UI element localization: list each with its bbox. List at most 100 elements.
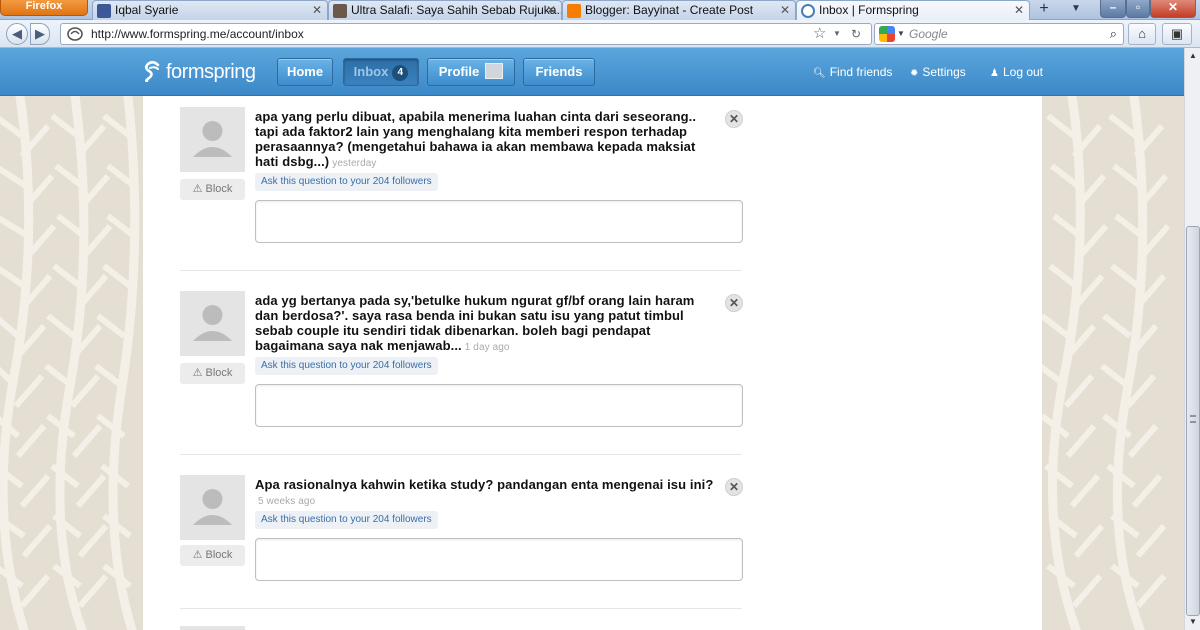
decorative-leaf-pattern-right xyxy=(1038,91,1184,630)
ask-followers-link[interactable]: Ask this question to your 204 followers xyxy=(255,357,438,375)
back-arrow-icon[interactable]: ◀ xyxy=(6,23,28,45)
browser-tab-4-active[interactable]: Inbox | Formspring ✕ xyxy=(796,0,1030,20)
scroll-down-arrow-icon[interactable]: ▼ xyxy=(1185,614,1200,630)
google-icon[interactable] xyxy=(879,26,895,42)
anonymous-avatar xyxy=(180,107,245,172)
scroll-up-arrow-icon[interactable]: ▲ xyxy=(1185,48,1200,64)
close-tab-icon[interactable]: ✕ xyxy=(546,1,556,19)
browser-tab-1[interactable]: Iqbal Syarie ✕ xyxy=(92,0,328,20)
ask-followers-link[interactable]: Ask this question to your 204 followers xyxy=(255,173,438,191)
warning-icon: ⚠ xyxy=(192,367,206,379)
question-text: apa yang perlu dibuat, apabila menerima … xyxy=(255,109,715,171)
anonymous-avatar xyxy=(180,291,245,356)
minimize-button[interactable]: – xyxy=(1100,0,1126,18)
site-identity-icon xyxy=(67,27,83,41)
browser-tab-title: Inbox | Formspring xyxy=(819,3,919,17)
logout-label: Log out xyxy=(1002,65,1044,79)
warning-icon: ⚠ xyxy=(192,183,206,195)
address-bar[interactable]: http://www.formspring.me/account/inbox ☆… xyxy=(60,23,872,45)
settings-label: Settings xyxy=(922,65,966,79)
divider xyxy=(180,608,742,609)
delete-question-icon[interactable]: ✕ xyxy=(725,110,743,128)
page-viewport: formspring Home Inbox 4 Profile Friends 🔍… xyxy=(0,48,1184,630)
anonymous-avatar xyxy=(180,626,245,630)
home-icon[interactable]: ⌂ xyxy=(1128,23,1156,45)
browser-tab-title: Ultra Salafi: Saya Sahih Sebab Rujuka... xyxy=(351,3,562,17)
search-icon: 🔍︎ xyxy=(813,68,826,79)
grip-icon xyxy=(1190,415,1196,423)
firefox-menu-button[interactable]: Firefox xyxy=(0,0,88,16)
block-label: Block xyxy=(205,367,233,379)
restore-button[interactable]: ▫ xyxy=(1126,0,1150,18)
question-timestamp: 5 weeks ago xyxy=(258,496,316,507)
nav-friends[interactable]: Friends xyxy=(523,58,595,86)
profile-avatar-thumbnail xyxy=(485,63,504,79)
question-text: ada yg bertanya pada sy,'betulke hukum n… xyxy=(255,293,715,355)
formspring-favicon xyxy=(801,4,815,18)
question-timestamp: yesterday xyxy=(332,158,377,169)
forward-arrow-icon[interactable]: ▶ xyxy=(30,23,50,45)
nav-friends-label: Friends xyxy=(535,64,583,79)
site-thumbnail-icon xyxy=(333,4,347,18)
scrollbar-thumb[interactable] xyxy=(1186,226,1200,616)
browser-tab-strip: Firefox Iqbal Syarie ✕ Ultra Salafi: Say… xyxy=(0,0,1200,20)
divider xyxy=(180,454,742,455)
page-scrollbar[interactable]: ▲ ▼ xyxy=(1184,48,1200,630)
block-button[interactable]: ⚠ Block xyxy=(180,363,245,384)
search-bar[interactable]: ▼ Google ⌕ xyxy=(874,23,1124,45)
warning-icon: ⚠ xyxy=(192,549,206,561)
question-body: apa yang perlu dibuat, apabila menerima … xyxy=(255,109,697,169)
inbox-content: ⚠ Block apa yang perlu dibuat, apabila m… xyxy=(143,96,1042,630)
close-window-button[interactable]: ✕ xyxy=(1150,0,1196,18)
inbox-count-badge: 4 xyxy=(392,65,409,81)
delete-question-icon[interactable]: ✕ xyxy=(725,294,743,312)
reload-icon[interactable]: ↻ xyxy=(851,24,861,44)
nav-profile-label: Profile xyxy=(438,64,480,79)
browser-tab-2[interactable]: Ultra Salafi: Saya Sahih Sebab Rujuka...… xyxy=(328,0,562,20)
browser-tab-title: Blogger: Bayyinat - Create Post xyxy=(585,3,754,17)
list-all-tabs-icon[interactable]: ▼ xyxy=(1064,0,1088,20)
find-friends-link[interactable]: 🔍︎ Find friends xyxy=(813,65,892,81)
formspring-logo-icon xyxy=(144,60,160,82)
block-label: Block xyxy=(205,183,233,195)
logout-link[interactable]: ♟ Log out xyxy=(990,65,1043,81)
new-tab-button[interactable]: + xyxy=(1032,0,1056,20)
delete-question-icon[interactable]: ✕ xyxy=(725,478,743,496)
search-placeholder: Google xyxy=(909,27,948,41)
facebook-icon xyxy=(97,4,111,18)
ask-followers-link[interactable]: Ask this question to your 204 followers xyxy=(255,511,438,529)
formspring-logo[interactable]: formspring xyxy=(143,59,256,85)
answer-input[interactable] xyxy=(255,200,743,243)
nav-home-label: Home xyxy=(286,64,324,79)
search-icon[interactable]: ⌕ xyxy=(1110,24,1117,44)
decorative-leaf-pattern-left xyxy=(0,91,143,630)
search-engine-dropdown-icon[interactable]: ▼ xyxy=(897,24,905,44)
question-timestamp: 1 day ago xyxy=(464,342,510,353)
person-icon: ♟ xyxy=(990,68,999,79)
history-dropdown-icon[interactable]: ▼ xyxy=(833,24,841,44)
nav-inbox[interactable]: Inbox 4 xyxy=(343,58,419,86)
settings-link[interactable]: ✹ Settings xyxy=(910,65,966,81)
close-tab-icon[interactable]: ✕ xyxy=(312,1,322,19)
blogger-icon xyxy=(567,4,581,18)
answer-input[interactable] xyxy=(255,538,743,581)
find-friends-label: Find friends xyxy=(829,65,893,79)
block-label: Block xyxy=(205,549,233,561)
divider xyxy=(180,270,742,271)
block-button[interactable]: ⚠ Block xyxy=(180,545,245,566)
nav-inbox-label: Inbox xyxy=(353,64,389,79)
address-url[interactable]: http://www.formspring.me/account/inbox xyxy=(91,24,304,44)
nav-profile[interactable]: Profile xyxy=(427,58,515,86)
block-button[interactable]: ⚠ Block xyxy=(180,179,245,200)
close-tab-icon[interactable]: ✕ xyxy=(780,1,790,19)
answer-input[interactable] xyxy=(255,384,743,427)
logo-text: formspring xyxy=(166,61,256,83)
question-text: Apa rasionalnya kahwin ketika study? pan… xyxy=(255,477,715,509)
tools-menu-icon[interactable]: ▣ xyxy=(1162,23,1192,45)
close-tab-icon[interactable]: ✕ xyxy=(1014,1,1024,19)
browser-tab-3[interactable]: Blogger: Bayyinat - Create Post ✕ xyxy=(562,0,796,20)
bookmark-star-icon[interactable]: ☆ xyxy=(813,24,826,44)
anonymous-avatar xyxy=(180,475,245,540)
nav-home[interactable]: Home xyxy=(277,58,333,86)
gear-icon: ✹ xyxy=(910,68,919,79)
